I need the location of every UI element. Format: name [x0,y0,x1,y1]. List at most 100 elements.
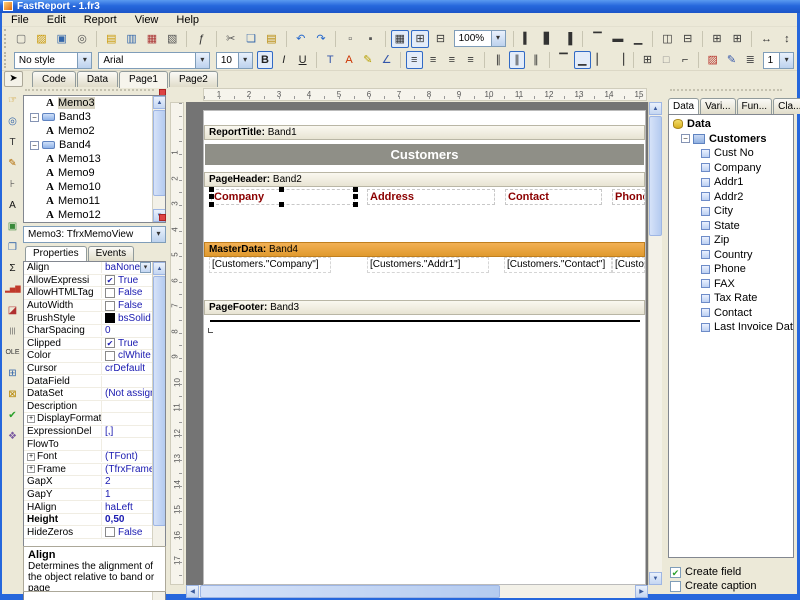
dropdown-icon[interactable]: ▾ [140,262,151,274]
expand-icon[interactable]: + [27,452,35,461]
valign-center-button[interactable]: ∥ [508,51,526,69]
inspector-panel-close-icon[interactable] [159,214,166,221]
property-row-allowhtmltag[interactable]: AllowHTMLTag False [24,287,165,300]
subreport-object-icon[interactable]: ❐ [4,238,22,256]
object-selector[interactable]: Memo3: TfrxMemoView ▾ [23,226,166,243]
menu-view[interactable]: View [126,13,168,27]
property-row-brushstyle[interactable]: BrushStyle bsSolid [24,312,165,325]
field-item-contact[interactable]: Contact [669,306,793,321]
property-row-dataset[interactable]: DataSet (Not assigned) [24,388,165,401]
tree-item-memo13[interactable]: A Memo13 [24,152,165,166]
selection-handle[interactable] [209,194,214,199]
property-row-allowexpressi[interactable]: AllowExpressi ✔ True [24,274,165,288]
chevron-down-icon[interactable]: ▾ [194,52,209,68]
align-right-button[interactable]: ≡ [443,51,460,69]
align-left-button[interactable]: ≡ [405,51,423,69]
selection-handle[interactable] [353,187,358,192]
ole-object-icon[interactable]: OLE [4,343,22,361]
line-width-select[interactable]: 1 ▾ [762,51,795,69]
select-tool-button[interactable]: ➤ [4,71,23,87]
panel-grip[interactable] [25,89,154,94]
collapse-icon[interactable]: − [681,134,690,144]
chevron-down-icon[interactable]: ▾ [77,52,92,68]
tab-code[interactable]: Code [32,71,76,87]
frame-bottom-icon[interactable]: ▁ [573,51,591,69]
tab-events[interactable]: Events [87,246,135,261]
line-style-icon[interactable]: ≣ [742,51,759,69]
header-memo-address[interactable]: Address [367,189,495,205]
preview-icon[interactable]: ◎ [73,30,91,48]
variables-icon[interactable]: ƒ [192,30,210,48]
chevron-down-icon[interactable]: ▾ [779,52,794,68]
selection-handle[interactable] [209,202,214,207]
title-bar[interactable]: FastReport - 1.fr3 [0,0,800,13]
tree-item-memo2[interactable]: A Memo2 [24,124,165,138]
scroll-thumb[interactable] [153,276,165,526]
field-item-country[interactable]: Country [669,248,793,263]
tab-page1[interactable]: Page1 [119,71,168,88]
tree-item-memo11[interactable]: A Memo11 [24,194,165,208]
selection-handle[interactable] [279,187,284,192]
toolbar-grip[interactable] [4,29,7,48]
line-object[interactable] [210,320,640,322]
property-row-datafield[interactable]: DataField [24,375,165,388]
tree-item-memo12[interactable]: A Memo12 [24,208,165,222]
space-horizontally-icon[interactable]: ◫ [658,30,676,48]
fill-color-icon[interactable]: ▨ [704,51,721,69]
menu-file[interactable]: File [2,13,38,27]
scroll-thumb[interactable] [153,110,165,196]
checkbox-checked-icon[interactable]: ✔ [105,338,115,349]
band-reporttitle[interactable]: ReportTitle: Band1 [204,125,645,140]
collapse-icon[interactable]: − [30,140,39,150]
auto-size-icon[interactable]: ⊟ [431,30,449,48]
tab-page2[interactable]: Page2 [168,71,218,87]
zoom-tool-icon[interactable]: ◎ [4,112,22,130]
new-report-icon[interactable]: ▢ [12,30,30,48]
zoom-select[interactable]: 100% ▾ [453,30,506,47]
tab-fun[interactable]: Fun... [736,98,773,114]
text-object-icon[interactable]: A [4,196,22,214]
rotation-icon[interactable]: ∠ [378,51,395,69]
scroll-thumb[interactable] [649,116,662,236]
frame-left-icon[interactable]: ▏ [593,51,610,69]
same-width-icon[interactable]: ↔ [757,30,775,48]
scroll-left-icon[interactable]: ◀ [186,585,199,598]
property-row-gapx[interactable]: GapX 2 [24,476,165,489]
chevron-down-icon[interactable]: ▾ [490,31,505,46]
field-item-taxrate[interactable]: Tax Rate [669,291,793,306]
chevron-down-icon[interactable]: ▾ [151,227,165,242]
property-row-description[interactable]: Description [24,400,165,414]
checkbox-checked-icon[interactable]: ✔ [105,275,115,286]
field-item-addr1[interactable]: Addr1 [669,175,793,190]
tab-properties[interactable]: Properties [25,246,87,261]
field-item-fax[interactable]: FAX [669,277,793,292]
expand-icon[interactable]: + [27,414,35,423]
justify-button[interactable]: ≡ [462,51,479,69]
property-row-autowidth[interactable]: AutoWidth False [24,300,165,313]
cut-icon[interactable]: ✂ [222,30,240,48]
picture-object-icon[interactable]: ▣ [4,217,22,235]
property-row-expressiondel[interactable]: ExpressionDel [,] [24,426,165,439]
property-row-clipped[interactable]: Clipped ✔ True [24,337,165,351]
title-memo[interactable]: Customers [205,144,644,165]
band-pagefooter[interactable]: PageFooter: Band3 [204,300,645,315]
align-right-edges-icon[interactable]: ▐ [559,30,577,48]
align-top-edges-icon[interactable]: ▔ [588,30,606,48]
shape-object-icon[interactable]: ◪ [4,301,22,319]
delete-page-icon[interactable]: ▦ [143,30,161,48]
property-row-flowto[interactable]: FlowTo [24,438,165,451]
font-settings-icon[interactable]: T [322,51,339,69]
selection-handle[interactable] [209,187,214,192]
tab-cla[interactable]: Cla... [773,98,800,114]
checkbox-unchecked-icon[interactable] [105,287,115,298]
barcode-object-icon[interactable]: ||| [4,322,22,340]
bold-button[interactable]: B [256,51,274,69]
tree-item-memo9[interactable]: A Memo9 [24,166,165,180]
data-tree-dataset[interactable]: − Customers [669,132,793,147]
frame-none-icon[interactable]: □ [658,51,675,69]
valign-top-button[interactable]: ∥ [490,51,507,69]
frame-edit-icon[interactable]: ⌐ [677,51,694,69]
field-item-custno[interactable]: Cust No [669,146,793,161]
copy-icon[interactable]: ❏ [242,30,260,48]
property-row-height[interactable]: Height 0,50 [24,514,165,527]
